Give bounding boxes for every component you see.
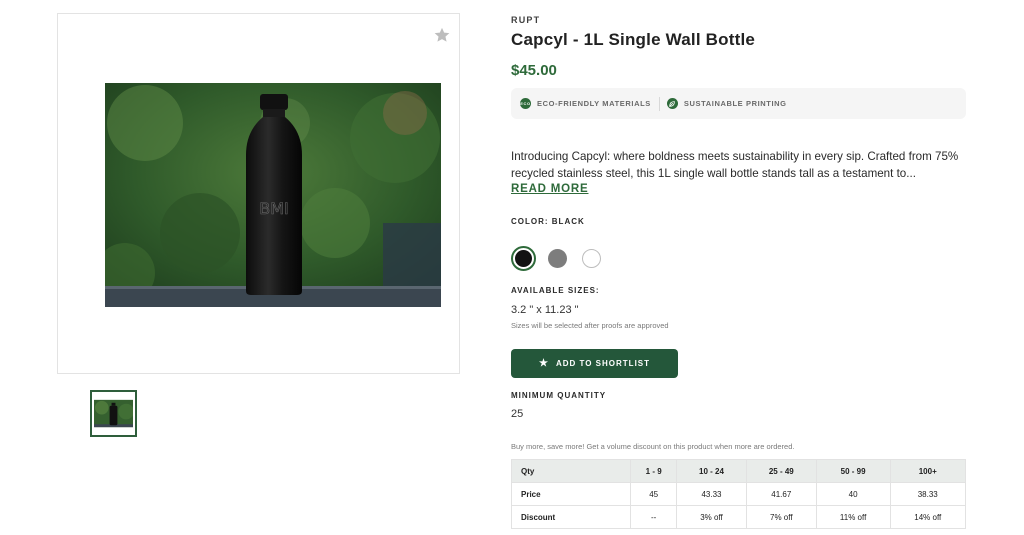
eco-badge-icon: ECO (520, 98, 531, 109)
table-header-cell: Qty (510, 459, 632, 483)
table-header-cell: 50 - 99 (815, 459, 891, 483)
badge-label: ECO-FRIENDLY MATERIALS (537, 99, 651, 108)
vendor-name: RUPT (511, 15, 541, 25)
table-cell: 14% off (889, 505, 967, 529)
product-title: Capcyl - 1L Single Wall Bottle (511, 30, 756, 49)
star-icon[interactable] (433, 26, 451, 44)
color-swatches (511, 246, 616, 271)
table-cell: Discount (510, 505, 632, 529)
product-price: $45.00 (511, 62, 557, 79)
table-header-cell: 100+ (889, 459, 967, 483)
color-label: COLOR: BLACK (511, 217, 585, 226)
product-photo: BMI (105, 83, 441, 307)
table-cell: 11% off (815, 505, 891, 529)
table-cell: -- (630, 505, 678, 529)
read-more-link[interactable]: READ MORE (511, 183, 588, 195)
minimum-quantity-label: MINIMUM QUANTITY (511, 391, 607, 400)
badge-divider (658, 96, 660, 111)
table-cell: 3% off (676, 505, 747, 529)
product-image-frame: BMI (57, 13, 460, 374)
color-swatch-white[interactable] (582, 249, 601, 268)
badge-sustainable-printing: SUSTAINABLE PRINTING (666, 98, 787, 109)
volume-discount-note: Buy more, save more! Get a volume discou… (511, 442, 795, 451)
leaf-icon (666, 98, 678, 109)
color-swatch-grey[interactable] (548, 249, 567, 268)
sizes-label: AVAILABLE SIZES: (511, 286, 600, 295)
table-row: Price 45 43.33 41.67 40 38.33 (510, 482, 967, 506)
svg-text:BMI: BMI (259, 199, 289, 218)
star-icon: ★ (538, 358, 549, 369)
size-note: Sizes will be selected after proofs are … (511, 321, 669, 330)
product-description: Introducing Capcyl: where boldness meets… (511, 150, 959, 180)
feature-badges: ECO ECO-FRIENDLY MATERIALS SUSTAINABLE P… (511, 88, 966, 119)
size-value: 3.2 " x 11.23 " (511, 304, 579, 316)
table-cell: 7% off (745, 505, 817, 529)
table-header-cell: 1 - 9 (630, 459, 678, 483)
table-cell: 38.33 (889, 482, 967, 506)
shortlist-button-label: ADD TO SHORTLIST (555, 359, 651, 368)
badge-label: SUSTAINABLE PRINTING (683, 99, 787, 108)
table-cell: 41.67 (745, 482, 817, 506)
badge-eco-friendly: ECO ECO-FRIENDLY MATERIALS (520, 98, 651, 109)
table-row: Discount -- 3% off 7% off 11% off 14% of… (510, 505, 967, 529)
volume-pricing-table: Qty 1 - 9 10 - 24 25 - 49 50 - 99 100+ P… (510, 459, 967, 529)
thumbnail-image[interactable] (90, 390, 137, 437)
table-cell: Price (510, 482, 632, 506)
table-cell: 40 (815, 482, 891, 506)
table-header-row: Qty 1 - 9 10 - 24 25 - 49 50 - 99 100+ (510, 459, 967, 483)
table-cell: 43.33 (676, 482, 747, 506)
table-header-cell: 25 - 49 (745, 459, 817, 483)
add-to-shortlist-button[interactable]: ★ ADD TO SHORTLIST (511, 349, 678, 378)
color-swatch-black[interactable] (511, 246, 536, 271)
table-cell: 45 (630, 482, 678, 506)
minimum-quantity-value: 25 (511, 408, 524, 420)
table-header-cell: 10 - 24 (676, 459, 747, 483)
